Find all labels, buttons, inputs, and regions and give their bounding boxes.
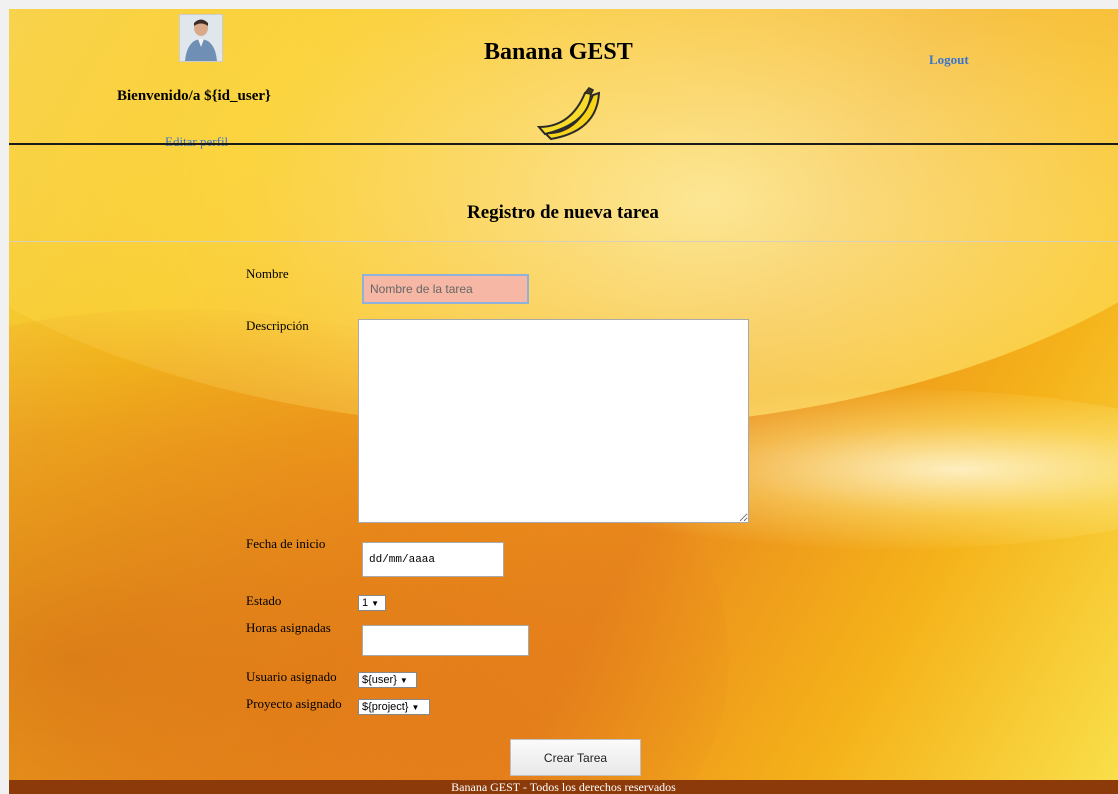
crear-tarea-button[interactable]: Crear Tarea xyxy=(510,739,641,776)
horas-label: Horas asignadas xyxy=(246,620,331,635)
descripcion-textarea[interactable] xyxy=(358,319,749,523)
header-divider xyxy=(9,143,1118,145)
avatar xyxy=(179,14,223,62)
proyecto-label: Proyecto asignado xyxy=(246,696,342,711)
estado-label: Estado xyxy=(246,593,282,608)
proyecto-selected-value: ${project} xyxy=(362,701,409,713)
site-title: Banana GEST xyxy=(484,39,633,65)
horas-asignadas-input[interactable] xyxy=(362,625,529,656)
logout-link[interactable]: Logout xyxy=(929,52,969,68)
estado-select[interactable]: 1 ▼ xyxy=(358,595,386,611)
edit-profile-link[interactable]: Editar perfil xyxy=(165,134,228,150)
footer: Banana GEST - Todos los derechos reserva… xyxy=(9,780,1118,794)
usuario-select[interactable]: ${user} ▼ xyxy=(358,672,417,688)
fecha-inicio-input[interactable] xyxy=(362,542,504,577)
chevron-down-icon: ▼ xyxy=(399,676,408,685)
usuario-selected-value: ${user} xyxy=(362,674,397,686)
descripcion-label: Descripción xyxy=(246,318,309,333)
banana-icon xyxy=(536,87,609,142)
title-divider xyxy=(9,241,1118,242)
usuario-label: Usuario asignado xyxy=(246,669,337,684)
proyecto-select[interactable]: ${project} ▼ xyxy=(358,699,430,715)
chevron-down-icon: ▼ xyxy=(371,599,380,608)
nombre-input[interactable] xyxy=(362,274,529,304)
chevron-down-icon: ▼ xyxy=(411,703,420,712)
nombre-label: Nombre xyxy=(246,266,289,281)
fecha-label: Fecha de inicio xyxy=(246,536,326,551)
page-background: Bienvenido/a ${id_user} Editar perfil Ba… xyxy=(9,9,1118,794)
estado-selected-value: 1 xyxy=(362,597,369,609)
form-title: Registro de nueva tarea xyxy=(467,202,659,223)
welcome-message: Bienvenido/a ${id_user} xyxy=(117,88,271,104)
